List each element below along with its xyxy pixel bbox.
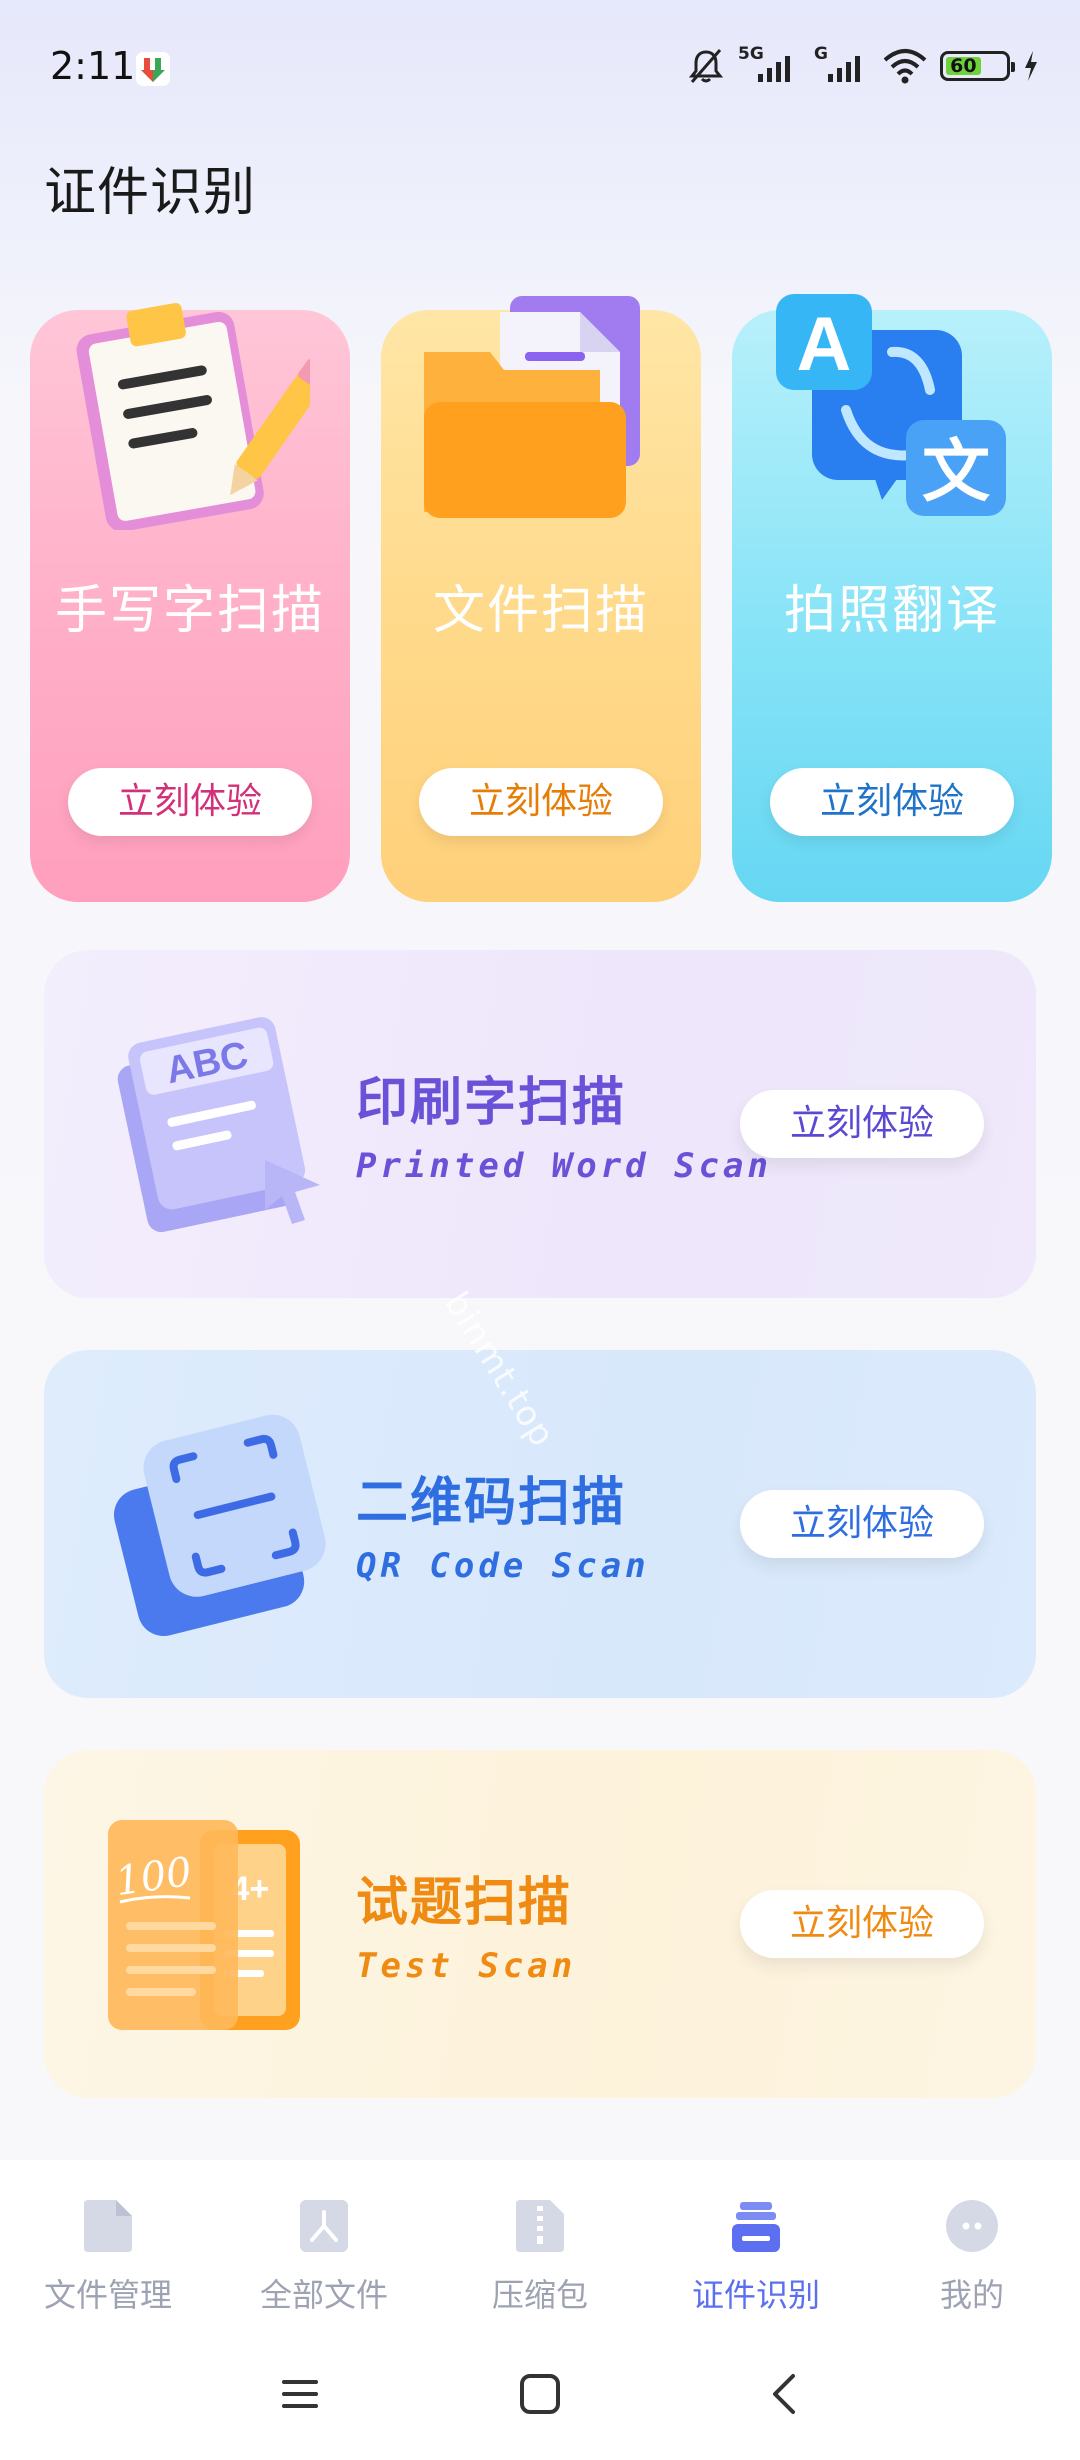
try-now-button[interactable]: 立刻体验 [770,768,1014,836]
nav-item-file-manager[interactable]: 文件管理 [8,2196,208,2330]
nav-label: 文件管理 [43,2276,172,2314]
handwriting-clipboard-icon [76,303,310,530]
page-title: 证件识别 [44,163,257,223]
qr-scan-icon [113,1414,326,1637]
wifi-icon [883,49,927,84]
signal-g-icon: G [812,44,870,86]
nav-item-id-recognition[interactable]: 证件识别 [656,2196,856,2330]
nav-item-archives[interactable]: 压缩包 [440,2196,640,2330]
try-now-button[interactable]: 立刻体验 [419,768,663,836]
battery-icon: 60 [940,51,1015,81]
card-title: 拍照翻译 [783,581,1000,641]
card-subtitle: Test Scan [356,1946,577,1986]
nav-label: 我的 [939,2276,1004,2314]
folder-document-icon [424,296,640,518]
id-scan-icon [732,2202,780,2252]
system-nav-bar [0,2330,1080,2460]
profile-icon [946,2200,998,2252]
card-subtitle: QR Code Scan [356,1546,650,1586]
svg-text:文: 文 [922,433,990,512]
zip-file-icon [516,2200,564,2252]
test-paper-icon: 4+ 100 [108,1820,300,2030]
signal-5g-icon: 5G [738,44,800,86]
home-icon[interactable] [510,2364,570,2424]
charging-bolt-icon [1025,51,1037,81]
pdf-file-icon [300,2200,348,2252]
test-scan-card[interactable]: 4+ 100 试题扫描 Test Scan 立刻体验 [44,1750,1036,2098]
app-notification-icon [136,52,170,86]
back-icon[interactable] [755,2364,815,2424]
nav-label: 全部文件 [259,2276,388,2314]
translate-icon: A 文 [776,294,1006,516]
card-title: 二维码扫描 [356,1473,627,1533]
status-bar: 2:11 5G G 60 [0,0,1080,130]
printed-word-scan-card[interactable]: ABC 印刷字扫描 Printed Word Scan 立刻体验 [44,950,1036,1298]
nav-label: 压缩包 [491,2276,588,2314]
bottom-nav: 文件管理 全部文件 压缩包 证件识别 我的 [0,2160,1080,2330]
card-title: 试题扫描 [356,1873,573,1933]
mute-bell-icon [688,49,724,83]
try-now-button[interactable]: 立刻体验 [740,1490,984,1558]
try-now-button[interactable]: 立刻体验 [68,768,312,836]
try-now-button[interactable]: 立刻体验 [740,1890,984,1958]
nav-item-all-files[interactable]: 全部文件 [224,2196,424,2330]
file-icon [84,2200,132,2252]
status-icons: 5G G 60 [686,44,1040,88]
card-title: 印刷字扫描 [356,1073,627,1133]
card-title: 手写字扫描 [54,581,325,641]
printed-document-icon: ABC [117,1017,320,1233]
nav-label: 证件识别 [691,2276,820,2314]
status-time: 2:11 [50,44,136,88]
nav-item-profile[interactable]: 我的 [872,2196,1072,2330]
try-now-button[interactable]: 立刻体验 [740,1090,984,1158]
card-subtitle: Printed Word Scan [356,1146,772,1186]
svg-text:A: A [797,302,852,387]
card-title: 文件扫描 [432,581,649,641]
menu-icon[interactable] [270,2364,330,2424]
battery-level: 60 [946,55,981,77]
